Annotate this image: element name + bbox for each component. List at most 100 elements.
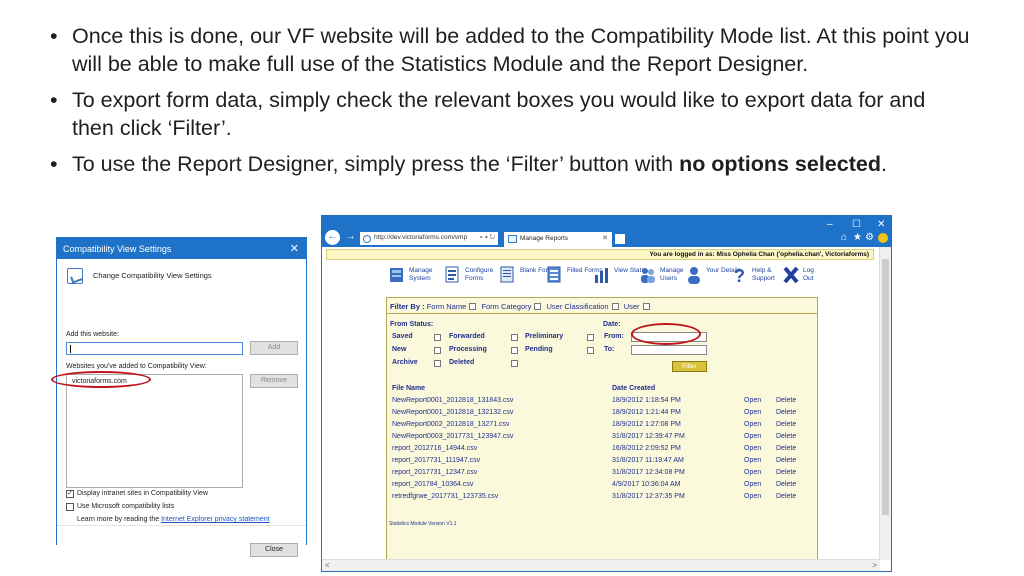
file-name[interactable]: NewReport0003_2017731_123947.csv: [392, 433, 513, 440]
forward-icon[interactable]: →: [343, 230, 358, 245]
feedback-smiley-icon[interactable]: [878, 233, 888, 243]
filter-by-row: Filter By : Form Name Form Category User…: [387, 298, 817, 314]
delete-link[interactable]: Delete: [776, 445, 796, 452]
address-text: http://dev.victoriaforms.com/vmp: [374, 234, 468, 241]
file-name[interactable]: report_2012716_14944.csv: [392, 445, 477, 452]
saved-checkbox[interactable]: [434, 334, 441, 341]
open-link[interactable]: Open: [744, 445, 761, 452]
window-close-icon[interactable]: ✕: [877, 219, 885, 230]
processing-checkbox[interactable]: [511, 347, 518, 354]
filter-form-category-checkbox[interactable]: [534, 303, 542, 310]
remove-button[interactable]: Remove: [250, 374, 298, 388]
file-name[interactable]: report_201784_10364.csv: [392, 481, 473, 488]
dialog-titlebar: Compatibility View Settings ✕: [57, 238, 306, 259]
archive-checkbox[interactable]: [434, 360, 441, 367]
open-link[interactable]: Open: [744, 481, 761, 488]
new-tab-icon[interactable]: [615, 234, 625, 244]
forwarded-checkbox[interactable]: [511, 334, 518, 341]
manage-system-icon: [390, 268, 403, 282]
filter-user-checkbox[interactable]: [642, 303, 650, 310]
file-name[interactable]: report_2017731_12347.csv: [392, 469, 477, 476]
scroll-right-icon[interactable]: >: [872, 561, 877, 570]
scroll-left-icon[interactable]: <: [325, 561, 330, 570]
filter-option-form-category: Form Category: [481, 302, 532, 311]
table-row: report_2017731_12347.csv 31/8/2017 12:34:…: [387, 469, 817, 481]
add-button[interactable]: Add: [250, 341, 298, 355]
date-label: Date:: [603, 321, 621, 328]
settings-icon[interactable]: ⚙: [865, 232, 874, 243]
minimize-icon[interactable]: –: [827, 219, 833, 230]
pending-checkbox[interactable]: [587, 347, 594, 354]
table-row: NewReport0001_2012818_131843.csv 18/9/201…: [387, 397, 817, 409]
bullet-1: Once this is done, our VF website will b…: [50, 22, 970, 78]
ms-lists-label: Use Microsoft compatibility lists: [77, 503, 175, 510]
file-name[interactable]: retredfgrwe_2017731_123735.csv: [392, 493, 498, 500]
open-link[interactable]: Open: [744, 493, 761, 500]
table-row: report_2017731_111947.csv 31/8/2017 11:19…: [387, 457, 817, 469]
delete-link[interactable]: Delete: [776, 481, 796, 488]
deleted-checkbox[interactable]: [511, 360, 518, 367]
dialog-close-icon[interactable]: ✕: [290, 242, 299, 255]
horizontal-scrollbar[interactable]: < >: [322, 559, 880, 571]
file-date: 31/8/2017 11:19:47 AM: [612, 457, 684, 464]
help-support-icon: ?: [734, 266, 745, 284]
favorites-icon[interactable]: ★: [853, 232, 862, 243]
delete-link[interactable]: Delete: [776, 397, 796, 404]
scroll-thumb[interactable]: [882, 259, 889, 515]
open-link[interactable]: Open: [744, 457, 761, 464]
to-date-input[interactable]: [631, 345, 707, 355]
dialog-heading: Change Compatibility View Settings: [93, 271, 212, 280]
tab-close-icon[interactable]: ✕: [602, 234, 608, 242]
delete-link[interactable]: Delete: [776, 457, 796, 464]
delete-link[interactable]: Delete: [776, 493, 796, 500]
file-name[interactable]: report_2017731_111947.csv: [392, 457, 480, 464]
add-website-input[interactable]: [66, 342, 243, 355]
open-link[interactable]: Open: [744, 421, 761, 428]
version-text: Statistics Module Version V1.1: [389, 521, 457, 527]
filter-user-classification-checkbox[interactable]: [611, 303, 619, 310]
address-bar[interactable]: http://dev.victoriaforms.com/vmp ⌕ ▾ ↻: [360, 232, 498, 245]
open-link[interactable]: Open: [744, 409, 761, 416]
websites-list[interactable]: victoriaforms.com: [66, 374, 243, 488]
file-name[interactable]: NewReport0002_2012818_13271.csv: [392, 421, 510, 428]
delete-link[interactable]: Delete: [776, 469, 796, 476]
address-actions-icon[interactable]: ⌕ ▾ ↻: [480, 234, 495, 242]
open-link[interactable]: Open: [744, 397, 761, 404]
bullet-3-bold: no options selected: [679, 152, 881, 176]
filter-button[interactable]: Filter: [672, 361, 707, 372]
home-icon[interactable]: ⌂: [841, 232, 847, 243]
delete-link[interactable]: Delete: [776, 433, 796, 440]
table-row: NewReport0001_2012818_132132.csv 18/9/201…: [387, 409, 817, 421]
view-stats-icon: [595, 268, 608, 283]
intranet-checkbox[interactable]: ✓: [66, 490, 74, 498]
filter-option-user-classification: User Classification: [546, 302, 609, 311]
tab-manage-reports[interactable]: Manage Reports ✕: [504, 232, 612, 247]
preliminary-checkbox[interactable]: [587, 334, 594, 341]
maximize-icon[interactable]: ☐: [852, 219, 861, 230]
vertical-scrollbar[interactable]: [879, 247, 891, 560]
ms-lists-checkbox[interactable]: [66, 503, 74, 511]
file-name[interactable]: NewReport0001_2012818_132132.csv: [392, 409, 513, 416]
tab-title: Manage Reports: [520, 235, 569, 242]
filter-form-name-checkbox[interactable]: [469, 303, 477, 310]
privacy-link[interactable]: Internet Explorer privacy statement: [161, 516, 270, 523]
intranet-label: Display intranet sites in Compatibility …: [77, 490, 208, 497]
open-link[interactable]: Open: [744, 433, 761, 440]
file-date: 16/8/2012 2:09:52 PM: [612, 445, 681, 452]
file-date: 31/8/2017 12:39:47 PM: [612, 433, 685, 440]
new-checkbox[interactable]: [434, 347, 441, 354]
configure-forms-icon: [445, 266, 459, 283]
delete-link[interactable]: Delete: [776, 409, 796, 416]
file-name[interactable]: NewReport0001_2012818_131843.csv: [392, 397, 513, 404]
delete-link[interactable]: Delete: [776, 421, 796, 428]
close-button[interactable]: Close: [250, 543, 298, 557]
bullet-3-text: To use the Report Designer, simply press…: [72, 152, 680, 176]
back-icon[interactable]: ←: [325, 230, 340, 245]
bullet-3: To use the Report Designer, simply press…: [50, 150, 970, 178]
your-details-icon: [688, 267, 700, 284]
open-link[interactable]: Open: [744, 469, 761, 476]
status-archive: Archive: [392, 359, 418, 366]
file-date: 18/9/2012 1:27:08 PM: [612, 421, 681, 428]
bullet-3-after: .: [880, 152, 887, 176]
to-date-label: To:: [604, 346, 615, 353]
